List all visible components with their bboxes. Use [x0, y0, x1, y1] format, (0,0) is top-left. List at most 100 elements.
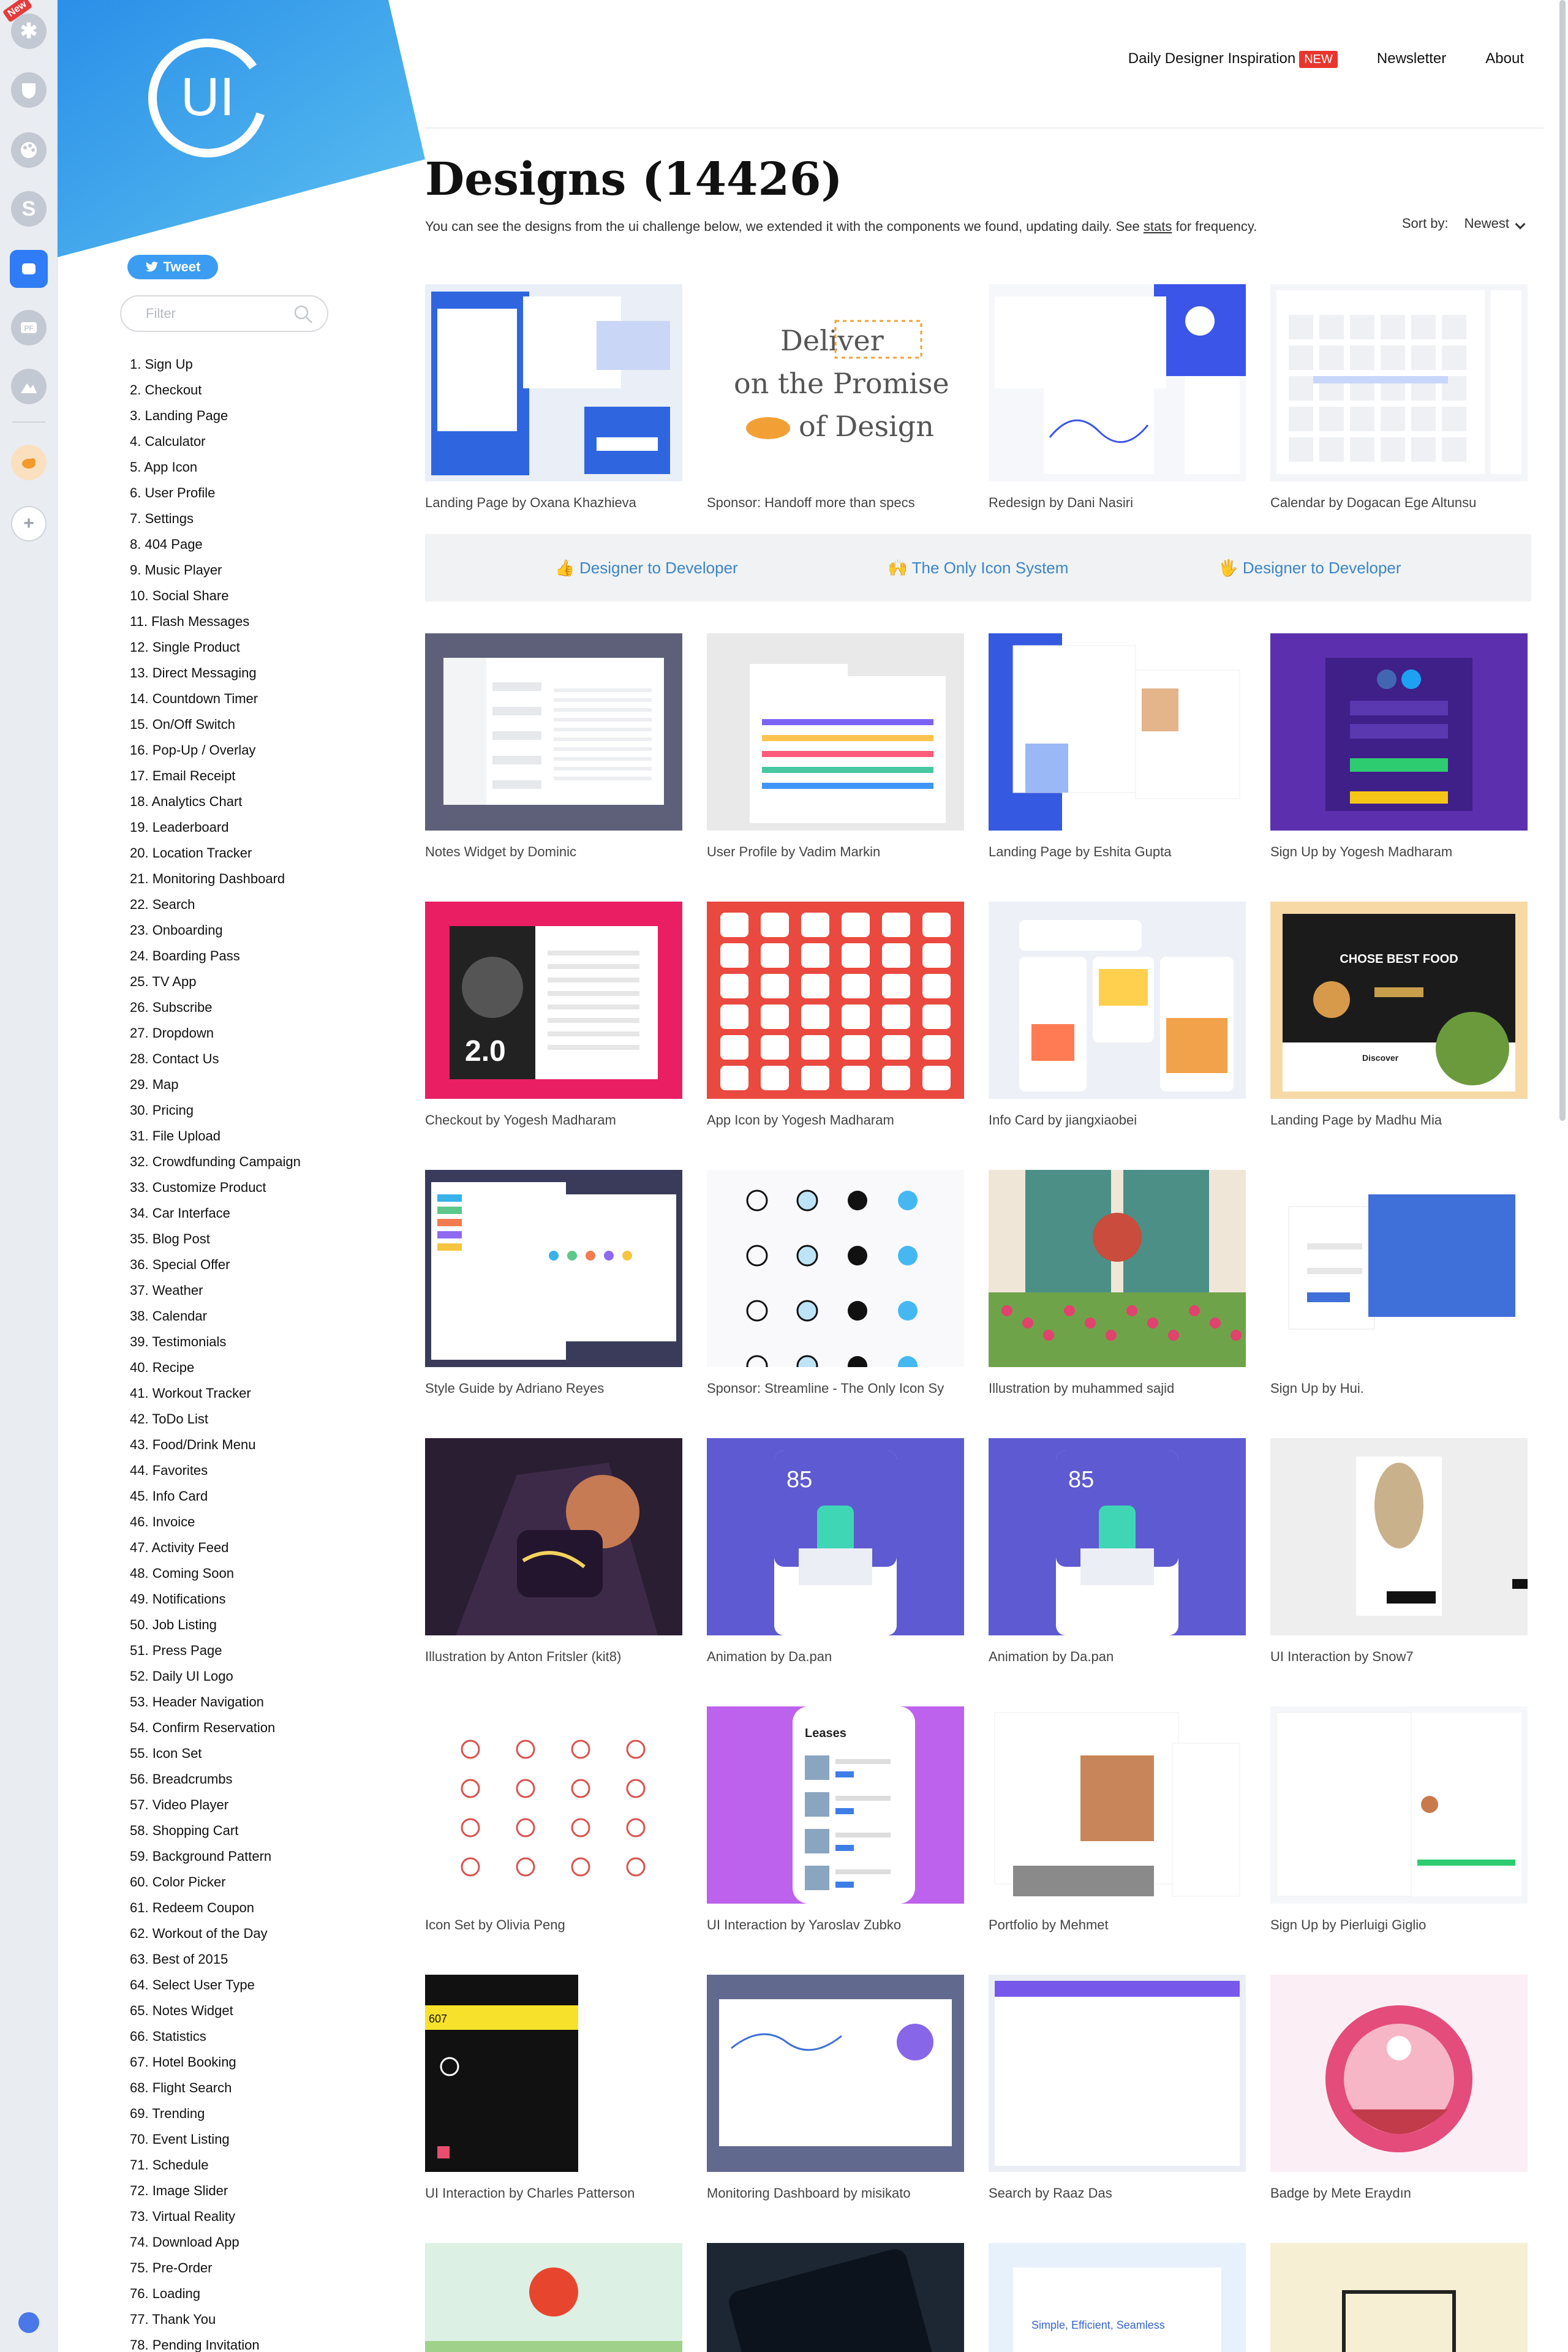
design-card[interactable]: Sign Up by Pierluigi Giglio: [1270, 1706, 1528, 1933]
design-thumbnail[interactable]: 85: [989, 1438, 1246, 1635]
design-thumbnail[interactable]: [989, 1170, 1246, 1367]
design-caption[interactable]: Illustration by muhammed sajid: [989, 1381, 1246, 1396]
design-card[interactable]: Sign Up by Yogesh Madharam: [1270, 633, 1528, 860]
design-caption[interactable]: Animation by Da.pan: [707, 1649, 964, 1665]
search-icon[interactable]: [293, 304, 314, 325]
design-card[interactable]: Landing Page by Oxana Khazhieva: [425, 284, 682, 511]
design-caption[interactable]: Search by Raaz Das: [989, 2185, 1246, 2201]
category-item[interactable]: 70. Event Listing: [130, 2127, 301, 2152]
category-item[interactable]: 14. Countdown Timer: [130, 686, 301, 712]
category-item[interactable]: 19. Leaderboard: [130, 815, 301, 840]
design-thumbnail[interactable]: 2018GLOBAL VENTURES SUMMIT: [1270, 2243, 1528, 2352]
design-card[interactable]: 2.0 Checkout by Yogesh Madharam: [425, 902, 682, 1128]
category-item[interactable]: 3. Landing Page: [130, 403, 301, 429]
design-card[interactable]: Calendar by Dogacan Ege Altunsu: [1270, 284, 1528, 511]
category-item[interactable]: 25. TV App: [130, 969, 301, 995]
category-item[interactable]: 2. Checkout: [130, 377, 301, 403]
design-thumbnail[interactable]: [1270, 1975, 1528, 2172]
s-app-icon[interactable]: S: [11, 191, 47, 227]
category-item[interactable]: 15. On/Off Switch: [130, 712, 301, 737]
category-item[interactable]: 32. Crowdfunding Campaign: [130, 1149, 301, 1175]
category-item[interactable]: 65. Notes Widget: [130, 1998, 301, 2024]
design-thumbnail[interactable]: [1270, 1706, 1528, 1904]
design-thumbnail[interactable]: 607: [425, 1975, 682, 2172]
design-thumbnail[interactable]: [425, 1706, 682, 1904]
category-item[interactable]: 30. Pricing: [130, 1098, 301, 1123]
design-thumbnail[interactable]: [989, 1975, 1246, 2172]
design-thumbnail[interactable]: 85: [707, 1438, 964, 1635]
design-caption[interactable]: Icon Set by Olivia Peng: [425, 1917, 682, 1933]
design-card[interactable]: Icon Set by Olivia Peng: [425, 1706, 682, 1933]
category-item[interactable]: 54. Confirm Reservation: [130, 1715, 301, 1741]
category-item[interactable]: 52. Daily UI Logo: [130, 1664, 301, 1689]
category-item[interactable]: 21. Monitoring Dashboard: [130, 866, 301, 892]
category-item[interactable]: 34. Car Interface: [130, 1200, 301, 1226]
design-caption[interactable]: Animation by Da.pan: [989, 1649, 1246, 1665]
category-item[interactable]: 50. Job Listing: [130, 1612, 301, 1638]
category-item[interactable]: 35. Blog Post: [130, 1226, 301, 1252]
design-caption[interactable]: Style Guide by Adriano Reyes: [425, 1381, 682, 1396]
category-item[interactable]: 59. Background Pattern: [130, 1844, 301, 1869]
category-item[interactable]: 17. Email Receipt: [130, 763, 301, 789]
design-thumbnail[interactable]: [425, 1438, 682, 1635]
category-item[interactable]: 10. Social Share: [130, 583, 301, 609]
helper-icon[interactable]: [18, 2312, 39, 2333]
design-card[interactable]: Search by Raaz Das: [989, 1975, 1246, 2201]
category-item[interactable]: 49. Notifications: [130, 1586, 301, 1612]
design-caption[interactable]: Sign Up by Pierluigi Giglio: [1270, 1917, 1528, 1933]
category-item[interactable]: 69. Trending: [130, 2101, 301, 2127]
design-caption[interactable]: Redesign by Dani Nasiri: [989, 495, 1246, 511]
promo-link-1[interactable]: 👍 Designer to Developer: [555, 559, 737, 578]
category-item[interactable]: 18. Analytics Chart: [130, 789, 301, 815]
design-caption[interactable]: Monitoring Dashboard by misikato: [707, 2185, 964, 2201]
category-item[interactable]: 37. Weather: [130, 1278, 301, 1303]
promo-link-2[interactable]: 🙌 The Only Icon System: [888, 559, 1069, 578]
category-item[interactable]: 23. Onboarding: [130, 918, 301, 943]
design-caption[interactable]: Illustration by Anton Fritsler (kit8): [425, 1649, 682, 1665]
category-item[interactable]: 75. Pre-Order: [130, 2255, 301, 2281]
design-card[interactable]: Info Card by jiangxiaobei: [989, 902, 1246, 1128]
promo-link-3[interactable]: 🖐 Designer to Developer: [1218, 559, 1401, 578]
design-card[interactable]: Landing Page by Eshita Gupta: [989, 633, 1246, 860]
design-caption[interactable]: Landing Page by Oxana Khazhieva: [425, 495, 682, 511]
category-item[interactable]: 9. Music Player: [130, 557, 301, 583]
category-item[interactable]: 42. ToDo List: [130, 1406, 301, 1432]
design-thumbnail[interactable]: [425, 633, 682, 831]
category-item[interactable]: 20. Location Tracker: [130, 840, 301, 866]
category-item[interactable]: 26. Subscribe: [130, 995, 301, 1020]
category-item[interactable]: 62. Workout of the Day: [130, 1921, 301, 1947]
design-thumbnail[interactable]: [707, 633, 964, 831]
design-card[interactable]: Deliver on the Promise of Design Sponsor: H…: [707, 284, 964, 511]
category-item[interactable]: 44. Favorites: [130, 1458, 301, 1483]
nav-about[interactable]: About: [1485, 50, 1524, 67]
design-caption[interactable]: Checkout by Yogesh Madharam: [425, 1112, 682, 1128]
category-item[interactable]: 61. Redeem Coupon: [130, 1895, 301, 1921]
design-caption[interactable]: UI Interaction by Snow7: [1270, 1649, 1528, 1665]
design-caption[interactable]: Sponsor: Streamline - The Only Icon Sy: [707, 1381, 964, 1396]
category-item[interactable]: 41. Workout Tracker: [130, 1381, 301, 1406]
design-card[interactable]: Redesign by Dani Nasiri: [989, 284, 1246, 511]
design-caption[interactable]: User Profile by Vadim Markin: [707, 844, 964, 860]
design-thumbnail[interactable]: [707, 902, 964, 1099]
category-item[interactable]: 66. Statistics: [130, 2024, 301, 2049]
design-caption[interactable]: Landing Page by Madhu Mia: [1270, 1112, 1528, 1128]
design-card[interactable]: 85 Animation by Da.pan: [707, 1438, 964, 1665]
design-card[interactable]: Notes Widget by Dominic: [425, 633, 682, 860]
design-thumbnail[interactable]: Simple, Efficient, Seamless: [989, 2243, 1246, 2352]
design-caption[interactable]: UI Interaction by Charles Patterson: [425, 2185, 682, 2201]
category-item[interactable]: 40. Recipe: [130, 1355, 301, 1381]
design-caption[interactable]: Notes Widget by Dominic: [425, 844, 682, 860]
design-thumbnail[interactable]: [425, 1170, 682, 1367]
category-item[interactable]: 51. Press Page: [130, 1638, 301, 1664]
category-item[interactable]: 47. Activity Feed: [130, 1535, 301, 1561]
tweet-button[interactable]: Tweet: [127, 255, 218, 279]
category-item[interactable]: 57. Video Player: [130, 1792, 301, 1818]
shield-app-icon[interactable]: [11, 72, 47, 108]
design-card[interactable]: Illustration by Anton Fritsler (kit8): [425, 1438, 682, 1665]
pf-app-icon[interactable]: PF: [11, 310, 47, 345]
design-thumbnail[interactable]: 2.0: [425, 902, 682, 1099]
category-item[interactable]: 67. Hotel Booking: [130, 2049, 301, 2075]
design-thumbnail[interactable]: [1270, 633, 1528, 831]
design-caption[interactable]: Landing Page by Eshita Gupta: [989, 844, 1246, 860]
category-item[interactable]: 73. Virtual Reality: [130, 2204, 301, 2230]
